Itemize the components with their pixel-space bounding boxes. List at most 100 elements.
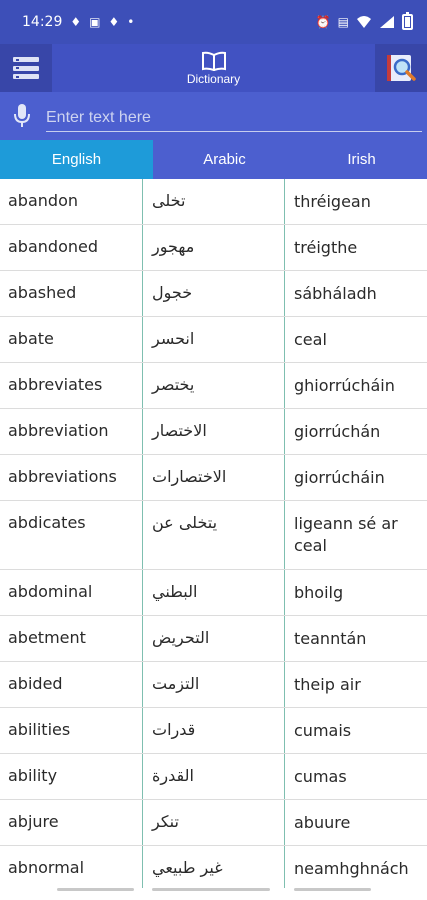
cell-text: abuure [294, 813, 351, 832]
cell-text: cumais [294, 721, 352, 740]
search-input[interactable] [46, 100, 422, 132]
table-row[interactable]: abbreviates يختصر ghiorrúcháin [0, 363, 427, 409]
table-row[interactable]: abjure تنكر abuure [0, 800, 427, 846]
cell-arabic[interactable]: التحريض [142, 616, 285, 661]
cell-irish[interactable]: tréigthe [285, 225, 427, 270]
cell-text: abilities [8, 720, 71, 739]
cell-english[interactable]: abandoned [0, 225, 142, 270]
cell-arabic[interactable]: القدرة [142, 754, 285, 799]
cell-text: ligeann sé ar ceal [294, 514, 398, 555]
cell-arabic[interactable]: التزمت [142, 662, 285, 707]
book-icon [201, 51, 226, 71]
vibrate-icon: ▤ [337, 15, 349, 29]
cell-arabic[interactable]: انحسر [142, 317, 285, 362]
cell-english[interactable]: abate [0, 317, 142, 362]
cell-text: bhoilg [294, 583, 344, 602]
cell-irish[interactable]: theip air [285, 662, 427, 707]
cell-text: تنكر [152, 812, 179, 831]
cell-irish[interactable]: bhoilg [285, 570, 427, 615]
notification-icon-2: ♦ [108, 15, 120, 29]
cell-arabic[interactable]: الاختصارات [142, 455, 285, 500]
table-row[interactable]: abandon تخلى thréigean [0, 179, 427, 225]
cell-arabic[interactable]: مهجور [142, 225, 285, 270]
cell-english[interactable]: abbreviates [0, 363, 142, 408]
tab-arabic[interactable]: Arabic [153, 140, 296, 179]
tab-english[interactable]: English [0, 140, 153, 179]
cell-irish[interactable]: abuure [285, 800, 427, 845]
cell-text: teanntán [294, 629, 367, 648]
cell-arabic[interactable]: غير طبيعي [142, 846, 285, 888]
cell-irish[interactable]: cumais [285, 708, 427, 753]
lookup-button[interactable] [375, 44, 427, 92]
cell-english[interactable]: abbreviations [0, 455, 142, 500]
cell-text: abdominal [8, 582, 93, 601]
cell-english[interactable]: abetment [0, 616, 142, 661]
cell-english[interactable]: ability [0, 754, 142, 799]
table-row[interactable]: abashed خجول sábháladh [0, 271, 427, 317]
cell-text: مهجور [152, 237, 195, 256]
menu-button[interactable] [0, 44, 52, 92]
cell-irish[interactable]: ligeann sé ar ceal [285, 501, 427, 569]
cell-text: abate [8, 329, 54, 348]
cell-irish[interactable]: ghiorrúcháin [285, 363, 427, 408]
cell-english[interactable]: abandon [0, 179, 142, 224]
dictionary-button[interactable]: Dictionary [52, 44, 375, 92]
app-bar: Dictionary [0, 44, 427, 92]
table-row[interactable]: abetment التحريض teanntán [0, 616, 427, 662]
alarm-icon: ⏰ [315, 15, 331, 29]
cell-english[interactable]: abbreviation [0, 409, 142, 454]
cell-irish[interactable]: cumas [285, 754, 427, 799]
tab-irish[interactable]: Irish [296, 140, 427, 179]
cell-text: abbreviation [8, 421, 109, 440]
cell-arabic[interactable]: تنكر [142, 800, 285, 845]
table-row[interactable]: abdominal البطني bhoilg [0, 570, 427, 616]
wifi-icon [357, 16, 371, 28]
table-row[interactable]: abbreviation الاختصار giorrúchán [0, 409, 427, 455]
book-search-icon [387, 55, 416, 81]
table-row[interactable]: abbreviations الاختصارات giorrúcháin [0, 455, 427, 501]
cell-arabic[interactable]: تخلى [142, 179, 285, 224]
cell-irish[interactable]: ceal [285, 317, 427, 362]
cell-arabic[interactable]: يتخلى عن [142, 501, 285, 569]
table-row[interactable]: abnormal غير طبيعي neamhghnách [0, 846, 427, 888]
cell-english[interactable]: abnormal [0, 846, 142, 888]
cell-text: abetment [8, 628, 86, 647]
cell-text: giorrúchán [294, 422, 381, 441]
cell-irish[interactable]: thréigean [285, 179, 427, 224]
cell-irish[interactable]: neamhghnách [285, 846, 427, 888]
cell-text: thréigean [294, 192, 371, 211]
cell-english[interactable]: abdominal [0, 570, 142, 615]
table-row[interactable]: ability القدرة cumas [0, 754, 427, 800]
table-row[interactable]: abilities قدرات cumais [0, 708, 427, 754]
cell-arabic[interactable]: يختصر [142, 363, 285, 408]
table-row[interactable]: abate انحسر ceal [0, 317, 427, 363]
cell-text: theip air [294, 675, 361, 694]
cell-arabic[interactable]: الاختصار [142, 409, 285, 454]
cell-arabic[interactable]: قدرات [142, 708, 285, 753]
table-row[interactable]: abdicates يتخلى عن ligeann sé ar ceal [0, 501, 427, 570]
cell-english[interactable]: abashed [0, 271, 142, 316]
app-title: Dictionary [186, 71, 241, 86]
cell-text: abnormal [8, 858, 85, 877]
cell-arabic[interactable]: البطني [142, 570, 285, 615]
cell-irish[interactable]: giorrúchán [285, 409, 427, 454]
cell-text: abandoned [8, 237, 98, 256]
cell-english[interactable]: abdicates [0, 501, 142, 569]
cell-irish[interactable]: teanntán [285, 616, 427, 661]
cell-arabic[interactable]: خجول [142, 271, 285, 316]
cell-text: يتخلى عن [152, 513, 218, 532]
cell-irish[interactable]: giorrúcháin [285, 455, 427, 500]
cell-text: abjure [8, 812, 59, 831]
table-row[interactable]: abided التزمت theip air [0, 662, 427, 708]
table-row[interactable]: abandoned مهجور tréigthe [0, 225, 427, 271]
search-row [0, 92, 427, 140]
cell-text: ability [8, 766, 58, 785]
cell-english[interactable]: abilities [0, 708, 142, 753]
cell-english[interactable]: abided [0, 662, 142, 707]
cell-text: قدرات [152, 720, 196, 739]
cell-text: tréigthe [294, 238, 358, 257]
mic-button[interactable] [0, 92, 44, 140]
cell-irish[interactable]: sábháladh [285, 271, 427, 316]
cell-english[interactable]: abjure [0, 800, 142, 845]
notification-icon: ♦ [70, 15, 82, 29]
